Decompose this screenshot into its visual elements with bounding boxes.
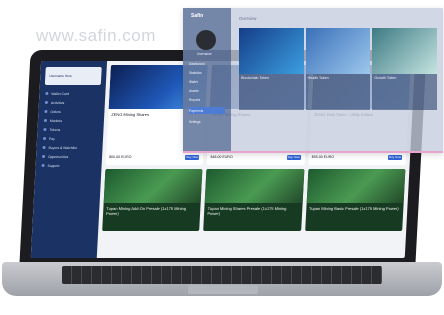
product-price: $48.00 EURO xyxy=(210,155,233,159)
sidebar-item[interactable]: Markets xyxy=(38,116,104,125)
product-image xyxy=(103,169,203,203)
buy-button[interactable]: Buy Now xyxy=(185,155,200,160)
product-card[interactable]: Tupan Mining Add-On Presale (1x175 Minin… xyxy=(102,169,203,231)
product-price: $65.00 EURO xyxy=(311,155,335,159)
sidebar-item-label: Buyers & Watchlist xyxy=(48,145,77,150)
bullet-icon xyxy=(42,155,46,158)
watermark-text: www.safin.com xyxy=(36,26,156,45)
panel-card-grid: Blockchain Token Health Token Growth Tok… xyxy=(239,28,437,110)
bullet-icon xyxy=(41,164,45,167)
sidebar-item-label: Tokens xyxy=(49,127,61,132)
sidebar-item-label: Orders xyxy=(50,109,61,114)
trackpad xyxy=(188,285,258,294)
panel-card-title: Health Token xyxy=(307,76,329,80)
sidebar-item[interactable]: Orders xyxy=(38,107,104,116)
sidebar-item-label: Wallet Card xyxy=(51,91,70,96)
laptop-base xyxy=(2,262,442,296)
panel-card-image xyxy=(372,28,437,74)
product-title: Tupan Mining Add-On Presale (1x175 Minin… xyxy=(105,206,187,216)
buy-button[interactable]: Buy Now xyxy=(286,155,301,160)
buy-button[interactable]: Buy Now xyxy=(387,155,403,160)
sidebar: Username Here Wallet Card Activities Ord… xyxy=(30,61,108,258)
sidebar-item-label: Pay xyxy=(48,136,55,141)
panel-nav-item[interactable]: Statistics xyxy=(189,69,225,76)
sidebar-item-label: Support xyxy=(47,163,60,168)
panel-nav-item[interactable]: Assets xyxy=(189,87,225,94)
panel-card-image xyxy=(305,28,371,74)
bullet-icon xyxy=(42,146,46,149)
product-price: $60.00 EURO xyxy=(108,155,132,159)
bullet-icon xyxy=(42,137,47,140)
panel-sidebar: Safin Username Dashboard Statistics Wall… xyxy=(183,8,231,151)
sidebar-item-label: Activities xyxy=(50,100,65,105)
panel-card-title: Blockchain Token xyxy=(241,76,269,80)
product-card[interactable]: Tupan Mining Basic Presale (1x175 Mining… xyxy=(304,169,406,231)
panel-nav-item[interactable]: Reports xyxy=(189,96,225,103)
bullet-icon xyxy=(43,119,48,122)
panel-nav-item[interactable]: Wallet xyxy=(189,78,225,85)
sidebar-item[interactable]: Support xyxy=(35,161,101,170)
sidebar-item[interactable]: Pay xyxy=(37,134,103,143)
bullet-icon xyxy=(44,110,48,113)
sidebar-user[interactable]: Username Here xyxy=(44,67,102,85)
product-image xyxy=(204,169,305,203)
panel-card[interactable]: Blockchain Token xyxy=(239,28,304,110)
panel-nav-item-active[interactable]: Payments xyxy=(189,107,225,114)
panel-logo: Safin xyxy=(191,13,204,19)
sidebar-item[interactable]: Opportunities xyxy=(36,152,102,161)
bullet-icon xyxy=(44,101,48,104)
floating-dashboard-panel: Safin Username Dashboard Statistics Wall… xyxy=(183,8,443,153)
sidebar-item-label: Markets xyxy=(49,118,63,123)
panel-nav-item[interactable]: Settings xyxy=(189,118,225,125)
sidebar-item[interactable]: Wallet Card xyxy=(39,89,105,98)
product-title: Tupan Mining Shares Presale (1x175 Minin… xyxy=(207,206,287,216)
keyboard xyxy=(62,266,382,284)
panel-card-image xyxy=(239,28,304,74)
panel-card[interactable]: Health Token xyxy=(305,28,371,110)
panel-nav-item[interactable]: Dashboard xyxy=(189,60,225,67)
sidebar-item-label: Opportunities xyxy=(47,154,69,159)
bullet-icon xyxy=(45,92,49,95)
panel-title: Overview xyxy=(239,16,257,21)
panel-username: Username xyxy=(197,52,212,56)
bullet-icon xyxy=(43,128,47,131)
panel-card-title: Growth Token xyxy=(374,76,397,80)
product-image xyxy=(306,169,406,203)
sidebar-item[interactable]: Tokens xyxy=(37,125,103,134)
panel-card[interactable]: Growth Token xyxy=(372,28,437,110)
sidebar-item[interactable]: Activities xyxy=(39,98,105,107)
product-card[interactable]: Tupan Mining Shares Presale (1x175 Minin… xyxy=(203,169,305,231)
sidebar-item[interactable]: Buyers & Watchlist xyxy=(36,143,102,152)
avatar[interactable] xyxy=(196,30,216,50)
product-title: Tupan Mining Basic Presale (1x175 Mining… xyxy=(308,206,399,211)
